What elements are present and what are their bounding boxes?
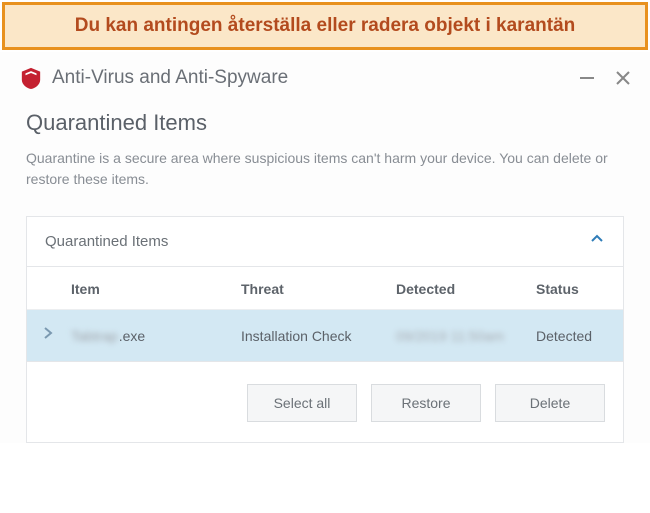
cell-item: Tabtrap .exe	[71, 328, 241, 344]
table-header: Item Threat Detected Status	[27, 267, 623, 310]
page-description: Quarantine is a secure area where suspic…	[26, 148, 624, 190]
column-header-detected: Detected	[396, 281, 536, 297]
cell-detected: 09/2019 11:50am	[396, 328, 536, 344]
window-controls	[578, 69, 632, 87]
item-name-redacted: Tabtrap	[71, 328, 118, 344]
panel-header[interactable]: Quarantined Items	[27, 217, 623, 267]
annotation-banner: Du kan antingen återställa eller radera …	[2, 2, 648, 50]
item-name-suffix: .exe	[119, 328, 145, 344]
quarantine-panel: Quarantined Items Item Threat Detected S…	[26, 216, 624, 443]
panel-title: Quarantined Items	[45, 233, 168, 250]
chevron-up-icon	[589, 231, 605, 252]
close-button[interactable]	[614, 69, 632, 87]
column-header-threat: Threat	[241, 281, 396, 297]
cell-status: Detected	[536, 328, 605, 344]
minimize-button[interactable]	[578, 69, 596, 87]
column-header-status: Status	[536, 281, 605, 297]
titlebar: Anti-Virus and Anti-Spyware	[0, 52, 650, 100]
delete-button[interactable]: Delete	[495, 384, 605, 422]
annotation-text: Du kan antingen återställa eller radera …	[75, 15, 576, 36]
page-title: Quarantined Items	[26, 110, 624, 136]
app-title: Anti-Virus and Anti-Spyware	[52, 67, 578, 89]
restore-button[interactable]: Restore	[371, 384, 481, 422]
mcafee-logo-icon	[20, 66, 42, 90]
app-window: Anti-Virus and Anti-Spyware Quarantined …	[0, 52, 650, 443]
chevron-right-icon	[41, 326, 61, 345]
content-area: Quarantined Items Quarantine is a secure…	[0, 100, 650, 443]
cell-threat: Installation Check	[241, 328, 396, 344]
table-row[interactable]: Tabtrap .exe Installation Check 09/2019 …	[27, 310, 623, 362]
select-all-button[interactable]: Select all	[247, 384, 357, 422]
column-header-item: Item	[71, 281, 241, 297]
action-bar: Select all Restore Delete	[27, 362, 623, 442]
